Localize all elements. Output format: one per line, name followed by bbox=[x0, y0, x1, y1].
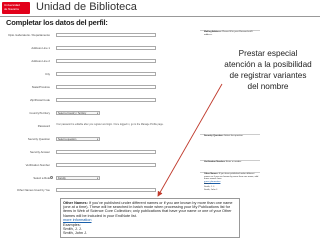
form-row-city: City bbox=[0, 72, 200, 80]
form-row-security-answer: Security Answer bbox=[0, 150, 200, 158]
country-select[interactable]: Select a Country / Territory ▾ bbox=[56, 111, 100, 115]
city-label: City bbox=[45, 72, 50, 76]
form-row-role: Select a Role Faculty ▾ bbox=[0, 176, 200, 184]
callout-example-heading: Examples: bbox=[63, 222, 81, 227]
university-logo: Universidad de Navarra bbox=[2, 2, 30, 14]
callout-title: Other Names: bbox=[63, 200, 88, 205]
address-2-input[interactable] bbox=[56, 59, 156, 63]
address-2-label: Address Line 2 bbox=[31, 59, 50, 63]
form-row-zip: Zip/Postal Code bbox=[0, 98, 200, 106]
address-1-label: Address Line 1 bbox=[31, 46, 50, 50]
help-security-title: Security Question: bbox=[204, 135, 224, 137]
password-help-text: Your password is editable after you regi… bbox=[56, 123, 164, 126]
help-verification: Verification Number: Enter a number. bbox=[204, 161, 260, 164]
help-other-names: Other Names: If you have published under… bbox=[204, 173, 260, 191]
security-question-select[interactable]: Select a question ▾ bbox=[56, 137, 100, 141]
form-row-address-2: Address Line 2 bbox=[0, 59, 200, 67]
zip-label: Zip/Postal Code bbox=[30, 98, 50, 102]
logo-text-2: de Navarra bbox=[4, 7, 19, 12]
country-select-value: Select a Country / Territory bbox=[58, 112, 87, 115]
other-names-label: Other Names Used by You bbox=[16, 188, 50, 192]
help-example-3: Smith, John J. bbox=[204, 188, 218, 191]
zip-input[interactable] bbox=[56, 98, 156, 102]
help-mailing: Mailing Address: Please fill in your Res… bbox=[204, 31, 260, 36]
state-input[interactable] bbox=[56, 85, 156, 89]
form-row-other-names: Other Names Used by You bbox=[0, 188, 200, 196]
callout-body: If you've published under different name… bbox=[63, 200, 233, 218]
role-select-value: Faculty bbox=[58, 177, 66, 180]
role-select[interactable]: Faculty ▾ bbox=[56, 176, 100, 180]
help-verification-title: Verification Number: bbox=[204, 161, 226, 163]
country-label: Country/Territory bbox=[29, 111, 50, 115]
state-label: State/Province bbox=[31, 85, 50, 89]
form-row-country: Country/Territory Select a Country / Ter… bbox=[0, 111, 200, 119]
help-verification-text: Enter a number. bbox=[226, 161, 242, 163]
role-radio[interactable] bbox=[50, 176, 53, 180]
chevron-down-icon: ▾ bbox=[97, 112, 99, 115]
security-question-label: Security Question bbox=[27, 137, 50, 141]
form-row-department: Dpto./Laboratorio / Departamento bbox=[0, 33, 200, 41]
callout-example-2: Smith, John J. bbox=[63, 231, 88, 236]
department-label: Dpto./Laboratorio / Departamento bbox=[8, 33, 50, 37]
annotation-note: Prestar especial atención a la posibilid… bbox=[224, 49, 312, 91]
app-header: Universidad de Navarra Unidad de Bibliot… bbox=[0, 0, 320, 16]
form-row-verification: Verification Number bbox=[0, 163, 200, 171]
security-question-value: Select a question bbox=[58, 138, 77, 141]
help-security-text: Select the question. bbox=[224, 135, 244, 137]
other-names-input[interactable] bbox=[56, 188, 156, 192]
header-divider bbox=[0, 16, 320, 17]
department-input[interactable] bbox=[56, 33, 156, 37]
form-row-state: State/Province bbox=[0, 85, 200, 93]
city-input[interactable] bbox=[56, 72, 156, 76]
app-title: Unidad de Biblioteca bbox=[36, 1, 137, 13]
verification-label: Verification Number bbox=[25, 163, 50, 167]
address-1-input[interactable] bbox=[56, 46, 156, 50]
callout-more-info-link[interactable]: more information bbox=[63, 218, 92, 222]
form-row-address-1: Address Line 1 bbox=[0, 46, 200, 54]
chevron-down-icon: ▾ bbox=[97, 138, 99, 141]
security-answer-input[interactable] bbox=[56, 150, 156, 154]
security-answer-label: Security Answer bbox=[29, 150, 50, 154]
chevron-down-icon: ▾ bbox=[97, 177, 99, 180]
other-names-callout: Other Names: If you've published under d… bbox=[60, 198, 240, 238]
callout-example-1: Smith, J. J. bbox=[63, 226, 82, 231]
page-title: Completar los datos del perfil: bbox=[6, 18, 108, 27]
form-row-password: Password Your password is editable after… bbox=[0, 123, 200, 132]
verification-input[interactable] bbox=[56, 163, 156, 167]
help-security: Security Question: Select the question. bbox=[204, 135, 260, 138]
role-label: Select a Role bbox=[33, 176, 50, 180]
form-row-security-question: Security Question Select a question ▾ bbox=[0, 137, 200, 145]
password-label: Password bbox=[37, 124, 50, 128]
